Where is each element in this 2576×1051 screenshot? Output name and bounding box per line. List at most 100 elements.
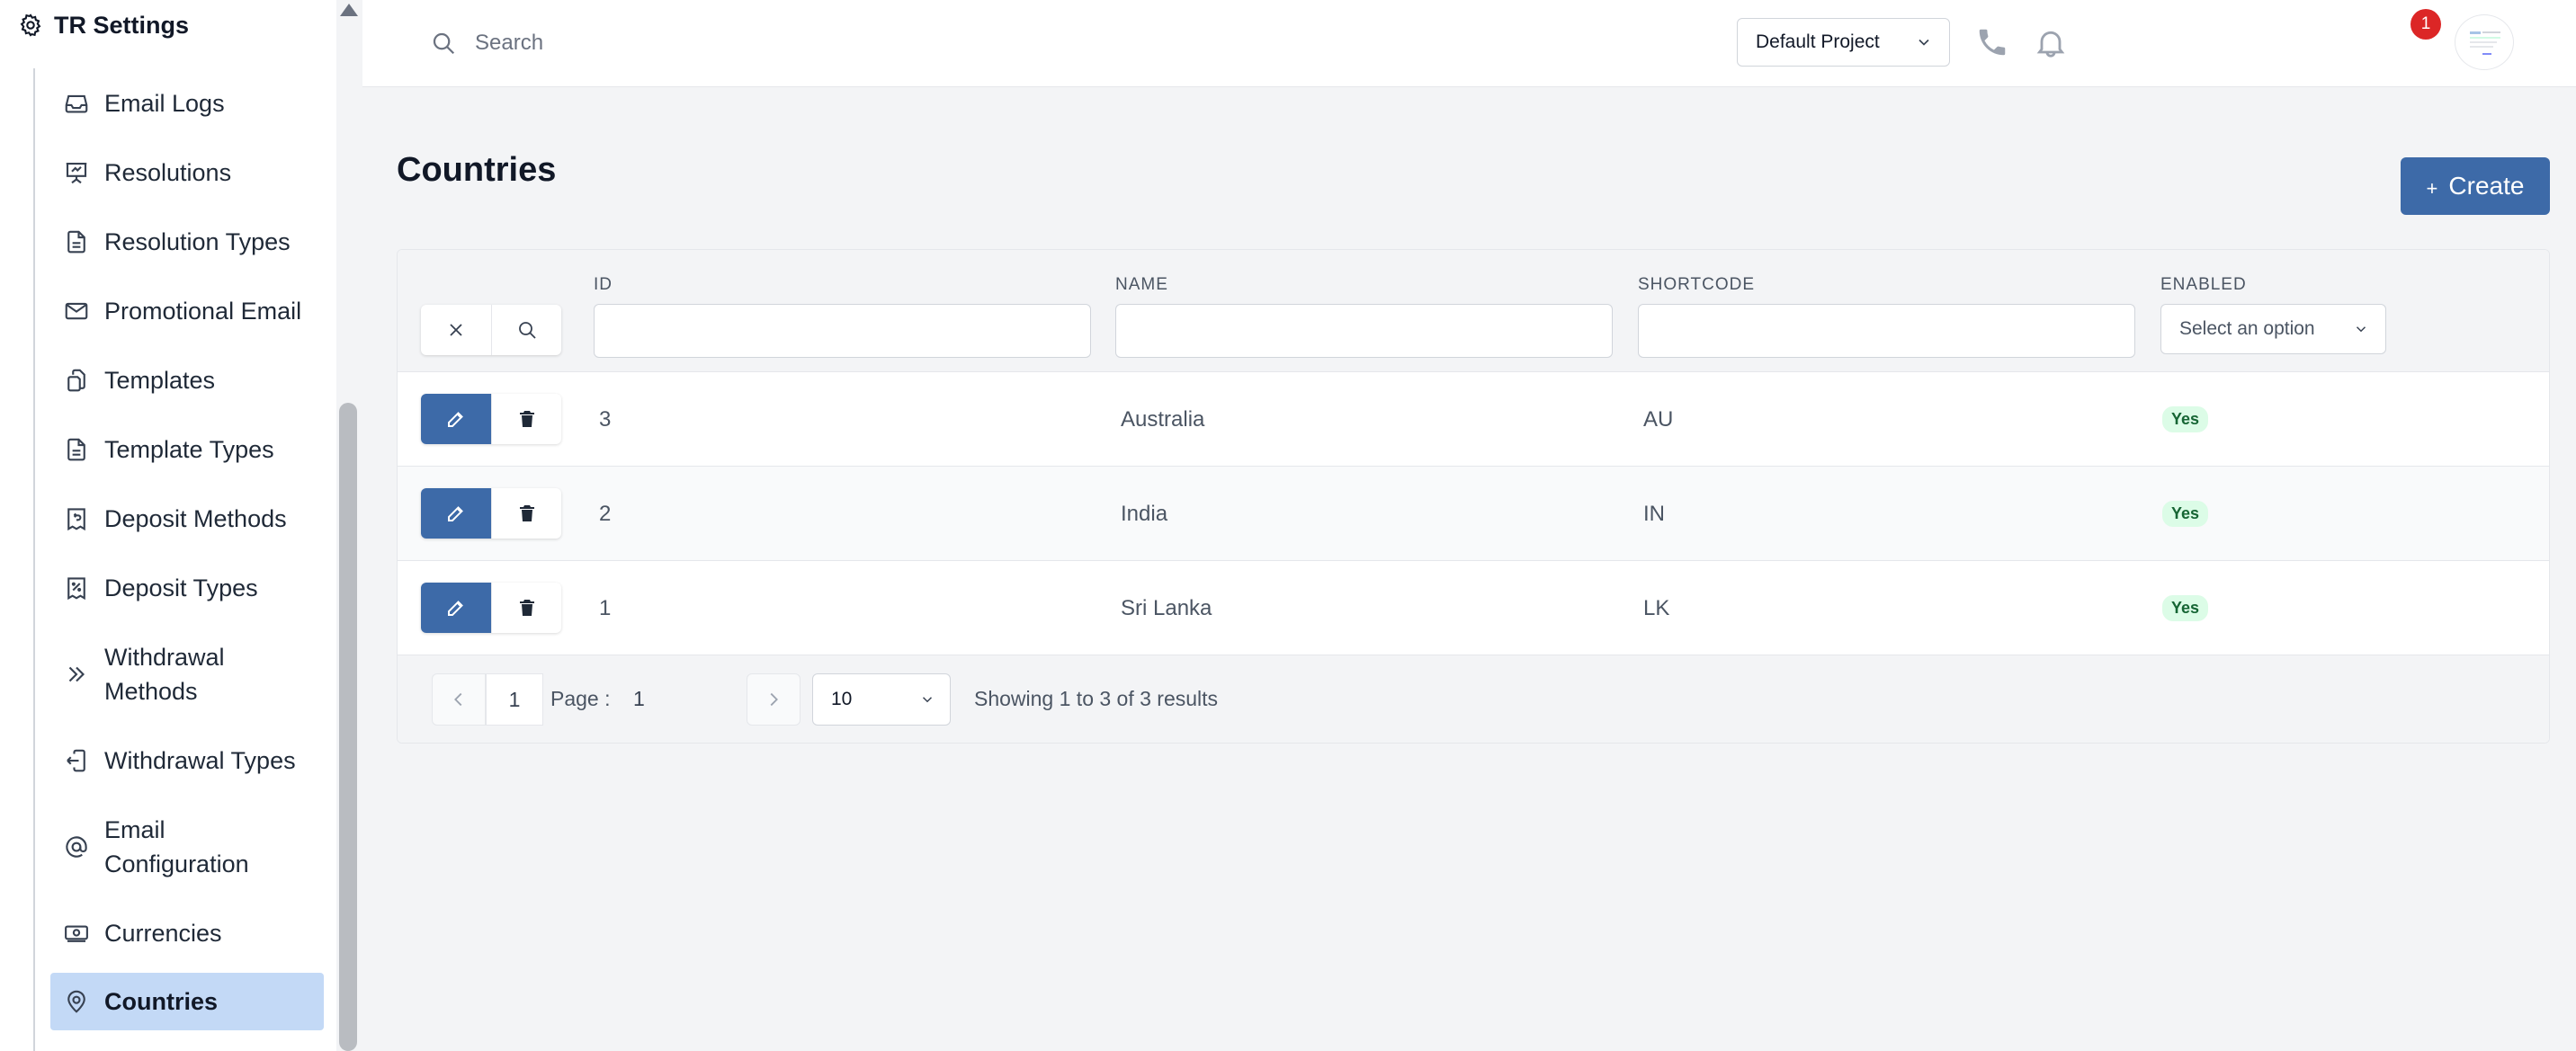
search-icon [430,30,457,57]
column-header-shortcode: SHORTCODE [1638,275,1756,294]
chevron-right-icon [764,690,783,709]
pagination: 1 Page : 1 10 Showing 1 to 3 of 3 result… [398,655,2549,743]
row-actions [421,394,561,444]
envelope-icon [63,298,90,325]
clear-filters-button[interactable] [421,305,491,355]
edit-button[interactable] [421,394,491,444]
cell-enabled: Yes [2162,372,2209,467]
cell-id: 3 [599,406,612,432]
sidebar: TR Settings Email Logs Resolutions Resol… [0,0,362,1051]
sidebar-item-templates[interactable]: Templates [50,345,324,414]
sidebar-item-label: Resolutions [104,158,232,186]
close-icon [445,319,467,341]
page-label: Page : [550,687,611,710]
notifications-button[interactable] [2033,25,2069,61]
sidebar-item-withdrawal-types[interactable]: Withdrawal Types [50,726,324,795]
sidebar-item-label: Currencies [104,919,222,947]
topbar [362,0,2576,87]
sidebar-header: TR Settings [0,0,333,50]
sidebar-scrollbar[interactable] [336,0,362,1051]
sidebar-item-currencies[interactable]: Currencies [50,898,324,967]
sidebar-item-template-types[interactable]: Template Types [50,414,324,484]
bell-icon [2033,25,2069,61]
map-pin-icon [63,988,90,1015]
sidebar-item-resolution-types[interactable]: Resolution Types [50,207,324,276]
row-actions [421,583,561,633]
sidebar-item-resolutions[interactable]: Resolutions [50,138,324,207]
cell-shortcode: LK [1643,595,1670,620]
table-row: 2 India IN Yes [398,466,2549,560]
scroll-up-arrow-icon[interactable] [340,4,358,16]
sidebar-item-label: Resolution Types [104,227,291,255]
edit-button[interactable] [421,488,491,539]
create-button[interactable]: + Create [2401,157,2550,215]
create-button-label: Create [2448,172,2525,200]
delete-button[interactable] [491,583,561,633]
delete-button[interactable] [491,488,561,539]
cell-name: Sri Lanka [1121,595,1212,620]
enabled-filter-placeholder: Select an option [2179,318,2315,339]
enabled-badge: Yes [2162,406,2209,432]
sidebar-item-promotional-email[interactable]: Promotional Email [50,276,324,345]
search-icon [516,319,538,341]
sidebar-item-email-configuration[interactable]: Email Configuration [50,795,324,898]
cell-id: 2 [599,501,612,526]
avatar-image [2470,31,2500,55]
sidebar-item-withdrawal-methods[interactable]: Withdrawal Methods [50,622,324,726]
chevron-down-icon [919,691,935,708]
scrollbar-thumb[interactable] [339,403,357,1051]
receipt-refund-icon [63,505,90,532]
countries-table: ID NAME SHORTCODE ENABLED Select an opti… [397,249,2550,744]
chevron-down-icon [2353,321,2369,337]
next-page-button[interactable] [747,673,801,726]
shortcode-filter-input[interactable] [1638,304,2135,358]
project-select[interactable]: Default Project [1737,18,1950,67]
column-header-id: ID [594,275,613,294]
previous-page-button[interactable] [432,673,486,726]
sidebar-item-deposit-types[interactable]: Deposit Types [50,553,324,622]
table-header-filters: ID NAME SHORTCODE ENABLED Select an opti… [398,250,2549,371]
documents-icon [63,367,90,394]
at-symbol-icon [63,833,90,860]
sidebar-item-label: Countries [104,988,219,1015]
table-row: 3 Australia AU Yes [398,371,2549,466]
sidebar-title: TR Settings [54,11,190,39]
project-select-value: Default Project [1756,31,1880,52]
presentation-chart-icon [63,159,90,186]
sidebar-rail [33,68,35,1051]
cell-enabled: Yes [2162,467,2209,561]
chevron-double-right-icon [63,661,90,688]
cell-enabled: Yes [2162,561,2209,655]
notification-count-badge: 1 [2411,9,2441,40]
enabled-filter-select[interactable]: Select an option [2160,304,2386,354]
row-actions [421,488,561,539]
sidebar-item-deposit-methods[interactable]: Deposit Methods [50,484,324,553]
sidebar-item-label: Withdrawal Methods [104,643,225,705]
sidebar-item-label: Email Logs [104,89,225,117]
per-page-select[interactable]: 10 [812,673,951,726]
cog-icon [18,13,43,38]
id-filter-input[interactable] [594,304,1091,358]
phone-button[interactable] [1975,25,2009,59]
enabled-badge: Yes [2162,501,2209,527]
search-bar[interactable] [430,25,1060,61]
sidebar-item-email-logs[interactable]: Email Logs [50,68,324,138]
sidebar-item-label: Deposit Methods [104,504,287,532]
sidebar-item-label: Template Types [104,435,274,463]
edit-button[interactable] [421,583,491,633]
page-number-button[interactable]: 1 [486,673,543,726]
cell-id: 1 [599,595,612,620]
banknotes-icon [63,920,90,947]
receipt-percent-icon [63,574,90,601]
arrow-left-on-rectangle-icon [63,747,90,774]
sidebar-nav: Email Logs Resolutions Resolution Types … [50,68,324,1030]
search-input[interactable] [475,31,1015,56]
delete-button[interactable] [491,394,561,444]
sidebar-item-countries[interactable]: Countries [50,973,324,1030]
name-filter-input[interactable] [1115,304,1613,358]
trash-icon [516,503,538,524]
apply-filters-button[interactable] [491,305,561,355]
per-page-value: 10 [831,689,853,709]
cell-name: India [1121,501,1168,526]
avatar[interactable] [2455,14,2514,70]
